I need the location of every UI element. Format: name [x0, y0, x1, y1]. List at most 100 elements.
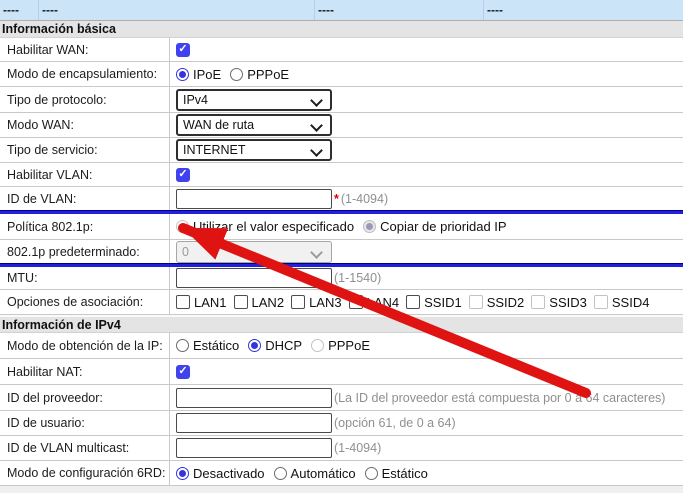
- policy-8021p-row: Política 802.1p: Utilizar el valor espec…: [0, 214, 683, 240]
- table-header-cell: ----: [315, 0, 484, 20]
- ssid2-checkbox: [469, 295, 483, 309]
- static-ip-radio[interactable]: [176, 339, 189, 352]
- lan1-checkbox-label: LAN1: [194, 295, 227, 310]
- multicast-vlan-label: ID de VLAN multicast:: [0, 436, 170, 460]
- default-8021p-select: 0: [176, 241, 332, 263]
- page-bottom-strip: [0, 486, 683, 493]
- lan1-checkbox[interactable]: [176, 295, 190, 309]
- protocol-label: Tipo de protocolo:: [0, 87, 170, 112]
- pppoe-radio[interactable]: [230, 68, 243, 81]
- lan2-checkbox-label: LAN2: [252, 295, 285, 310]
- lan4-checkbox-label: LAN4: [367, 295, 400, 310]
- mtu-row: MTU: (1-1540): [0, 267, 683, 290]
- pppoe-ip-radio-label: PPPoE: [328, 338, 370, 353]
- lan3-checkbox[interactable]: [291, 295, 305, 309]
- vlan-id-row: ID de VLAN: *(1-4094): [0, 187, 683, 210]
- multicast-vlan-input[interactable]: [176, 438, 332, 458]
- vlan-id-input[interactable]: [176, 189, 332, 209]
- ssid4-checkbox-label: SSID4: [612, 295, 650, 310]
- table-header-cell: ----: [484, 0, 683, 20]
- mtu-hint: (1-1540): [334, 271, 381, 285]
- default-8021p-label: 802.1p predeterminado:: [0, 240, 170, 263]
- enable-vlan-label: Habilitar VLAN:: [0, 163, 170, 186]
- copy-ip-priority-radio: [363, 220, 376, 233]
- mtu-label: MTU:: [0, 267, 170, 289]
- wan-settings-page: ---- ---- ---- ---- Información básica H…: [0, 0, 683, 493]
- vendor-id-label: ID del proveedor:: [0, 385, 170, 410]
- 6rd-static-radio-label: Estático: [382, 466, 428, 481]
- enable-nat-label: Habilitar NAT:: [0, 359, 170, 384]
- 6rd-disabled-radio-label: Desactivado: [193, 466, 265, 481]
- lan4-checkbox[interactable]: [349, 295, 363, 309]
- static-ip-radio-label: Estático: [193, 338, 239, 353]
- 6rd-static-radio[interactable]: [365, 467, 378, 480]
- enable-nat-checkbox[interactable]: [176, 365, 190, 379]
- chevron-down-icon: [310, 144, 323, 157]
- chevron-down-icon: [310, 94, 323, 107]
- service-type-row: Tipo de servicio: INTERNET: [0, 138, 683, 163]
- protocol-row: Tipo de protocolo: IPv4: [0, 87, 683, 113]
- user-id-label: ID de usuario:: [0, 411, 170, 435]
- ipoe-radio-label: IPoE: [193, 67, 221, 82]
- wan-mode-select[interactable]: WAN de ruta: [176, 114, 332, 136]
- chevron-down-icon: [310, 119, 323, 132]
- ipoe-radio[interactable]: [176, 68, 189, 81]
- ssid4-checkbox: [594, 295, 608, 309]
- section-title-ipv4-info: Información de IPv4: [0, 315, 683, 333]
- ssid2-checkbox-label: SSID2: [487, 295, 525, 310]
- enable-wan-checkbox[interactable]: [176, 43, 190, 57]
- table-header-cell: ----: [0, 0, 39, 20]
- user-id-hint: (opción 61, de 0 a 64): [334, 416, 456, 430]
- ssid3-checkbox: [531, 295, 545, 309]
- 6rd-automatic-radio-label: Automático: [291, 466, 356, 481]
- lan3-checkbox-label: LAN3: [309, 295, 342, 310]
- encapsulation-label: Modo de encapsulamiento:: [0, 62, 170, 86]
- use-specified-value-radio-label: Utilizar el valor especificado: [193, 219, 354, 234]
- table-header-cell: ----: [39, 0, 315, 20]
- vendor-id-input[interactable]: [176, 388, 332, 408]
- vendor-id-row: ID del proveedor: (La ID del proveedor e…: [0, 385, 683, 411]
- wan-mode-row: Modo WAN: WAN de ruta: [0, 113, 683, 138]
- default-8021p-select-value: 0: [182, 245, 189, 259]
- 6rd-automatic-radio[interactable]: [274, 467, 287, 480]
- mode-6rd-row: Modo de configuración 6RD: Desactivado A…: [0, 461, 683, 486]
- connection-table-header: ---- ---- ---- ----: [0, 0, 683, 21]
- service-type-select-value: INTERNET: [183, 143, 246, 157]
- mode-6rd-label: Modo de configuración 6RD:: [0, 461, 170, 485]
- pppoe-radio-label: PPPoE: [247, 67, 289, 82]
- enable-wan-label: Habilitar WAN:: [0, 38, 170, 61]
- enable-wan-row: Habilitar WAN:: [0, 38, 683, 62]
- protocol-select[interactable]: IPv4: [176, 89, 332, 111]
- required-asterisk: *: [334, 192, 339, 206]
- ip-mode-label: Modo de obtención de la IP:: [0, 333, 170, 358]
- vlan-id-hint: (1-4094): [341, 192, 388, 206]
- dhcp-radio[interactable]: [248, 339, 261, 352]
- service-type-label: Tipo de servicio:: [0, 138, 170, 162]
- dhcp-radio-label: DHCP: [265, 338, 302, 353]
- user-id-input[interactable]: [176, 413, 332, 433]
- vendor-id-hint: (La ID del proveedor está compuesta por …: [334, 391, 665, 405]
- policy-8021p-label: Política 802.1p:: [0, 214, 170, 239]
- ssid1-checkbox[interactable]: [406, 295, 420, 309]
- mtu-input[interactable]: [176, 268, 332, 288]
- wan-mode-label: Modo WAN:: [0, 113, 170, 137]
- ssid3-checkbox-label: SSID3: [549, 295, 587, 310]
- protocol-select-value: IPv4: [183, 93, 208, 107]
- wan-mode-select-value: WAN de ruta: [183, 118, 254, 132]
- enable-nat-row: Habilitar NAT:: [0, 359, 683, 385]
- binding-options-row: Opciones de asociación: LAN1 LAN2 LAN3 L…: [0, 290, 683, 315]
- chevron-down-icon: [310, 246, 323, 259]
- multicast-vlan-hint: (1-4094): [334, 441, 381, 455]
- lan2-checkbox[interactable]: [234, 295, 248, 309]
- service-type-select[interactable]: INTERNET: [176, 139, 332, 161]
- copy-ip-priority-radio-label: Copiar de prioridad IP: [380, 219, 506, 234]
- 6rd-disabled-radio[interactable]: [176, 467, 189, 480]
- default-8021p-row: 802.1p predeterminado: 0: [0, 240, 683, 263]
- enable-vlan-row: Habilitar VLAN:: [0, 163, 683, 187]
- user-id-row: ID de usuario: (opción 61, de 0 a 64): [0, 411, 683, 436]
- ssid1-checkbox-label: SSID1: [424, 295, 462, 310]
- ip-mode-row: Modo de obtención de la IP: Estático DHC…: [0, 333, 683, 359]
- enable-vlan-checkbox[interactable]: [176, 168, 190, 182]
- binding-options-label: Opciones de asociación:: [0, 290, 170, 314]
- encapsulation-row: Modo de encapsulamiento: IPoE PPPoE: [0, 62, 683, 87]
